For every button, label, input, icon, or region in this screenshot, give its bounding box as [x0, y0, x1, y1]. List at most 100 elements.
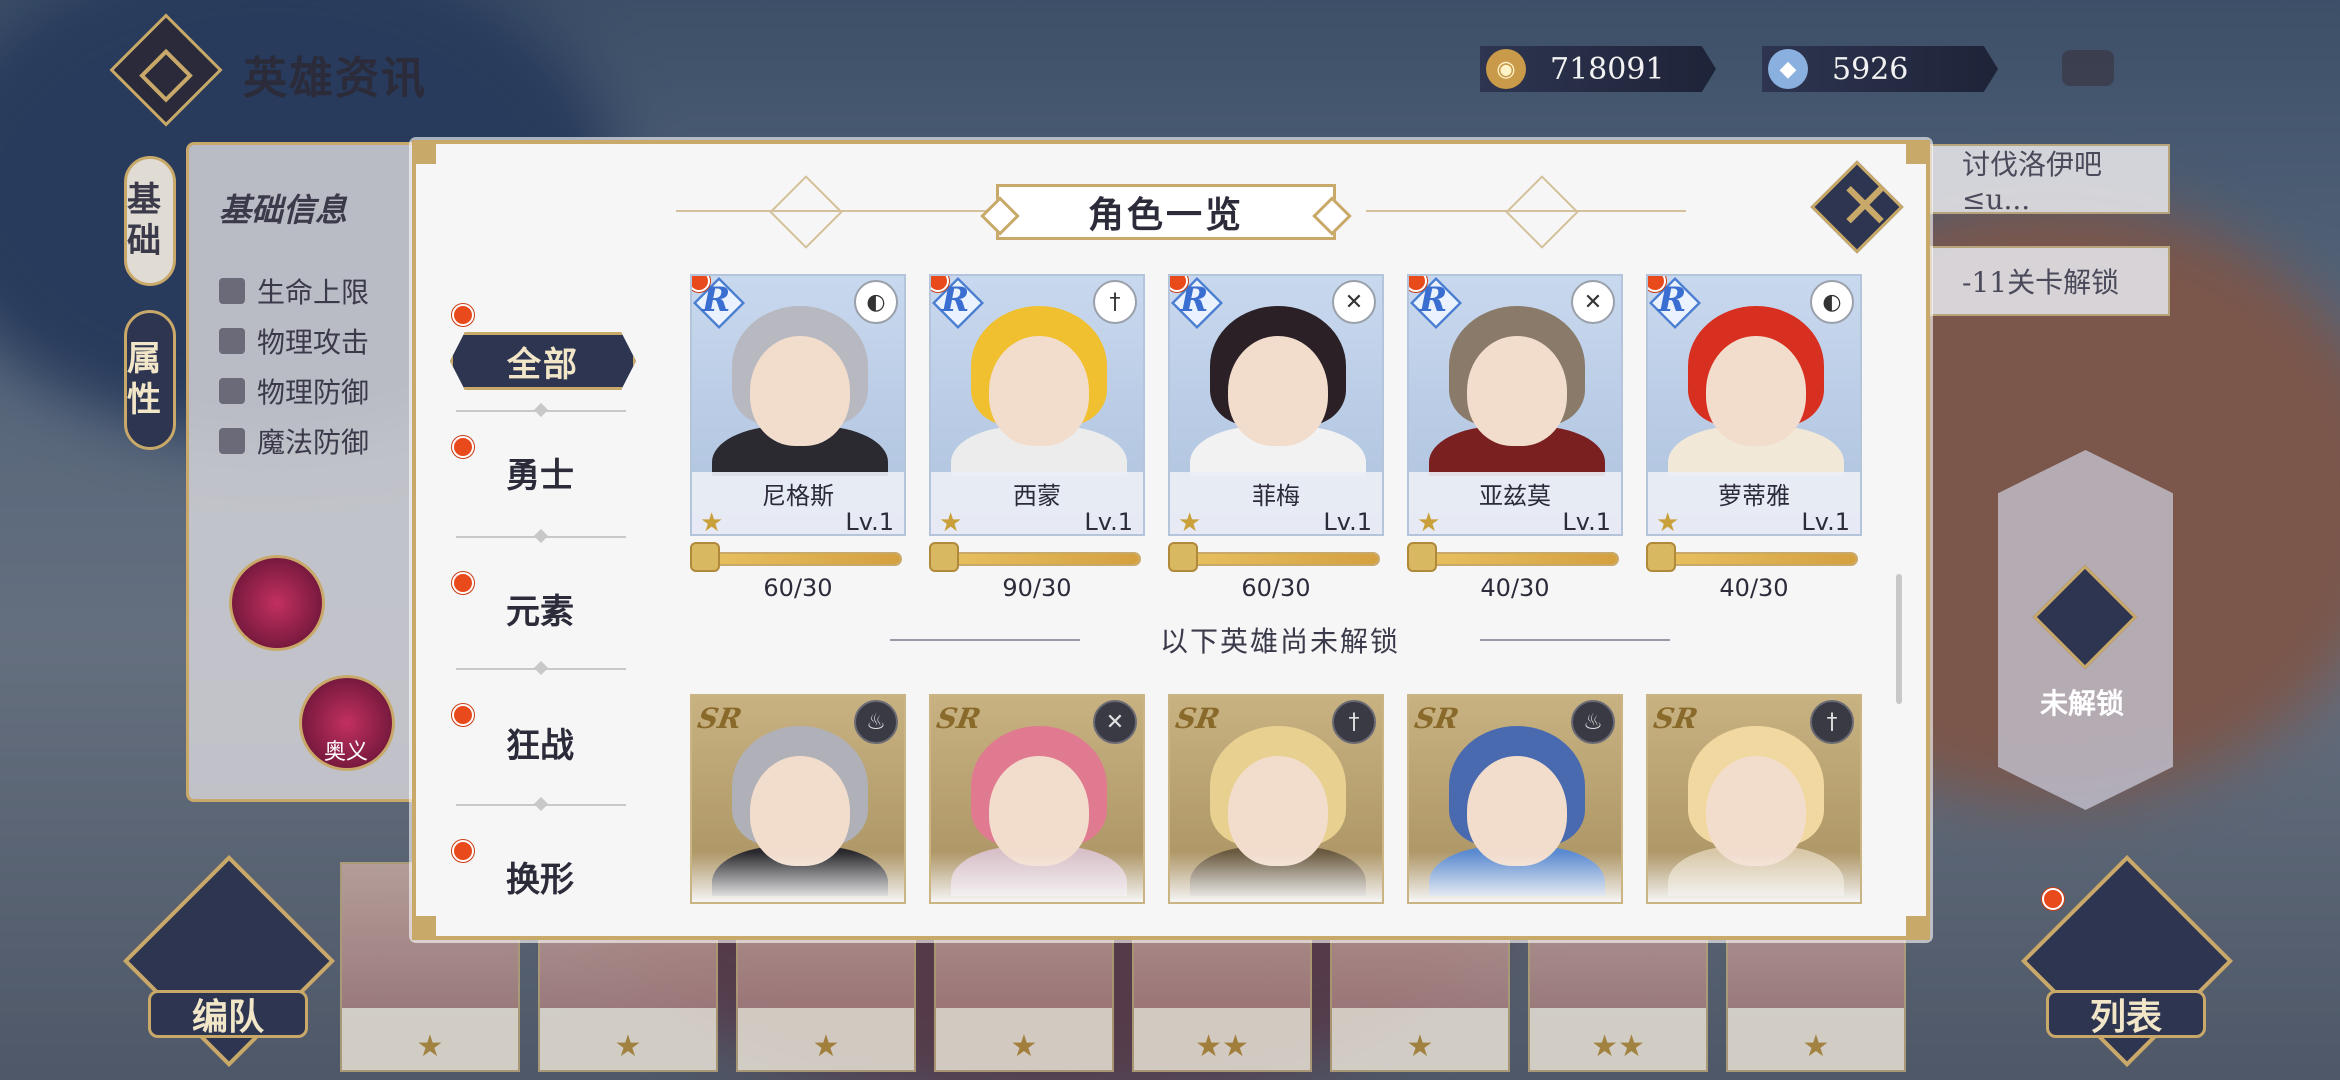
ultimate-label: 奥义 [324, 740, 369, 765]
modal-title: 角色一览 [996, 184, 1336, 240]
roster-stars: ★ [416, 1029, 444, 1064]
roster-stars: ★★ [1591, 1029, 1645, 1064]
gold-currency[interactable]: ◉ 718091 [1480, 46, 1716, 92]
shard-progress: 40/30 [1646, 542, 1862, 606]
quest-banner-text: 讨伐洛伊吧≤u... [1962, 147, 2103, 216]
shard-bar-fill [1664, 554, 1856, 564]
roster-stars: ★ [1010, 1029, 1038, 1064]
notification-dot [452, 704, 474, 726]
roster-stars: ★ [812, 1029, 840, 1064]
hero-card[interactable]: R ◐ 萝蒂雅 ★ Lv.1 [1646, 274, 1862, 536]
filter-all-label: 全部 [507, 344, 579, 385]
shard-bar-fill [708, 554, 900, 564]
gem-value: 5926 [1832, 51, 1909, 87]
hero-name: 尼格斯 [762, 482, 834, 510]
gold-coin-icon: ◉ [1486, 49, 1526, 89]
shard-bar [945, 552, 1141, 566]
header-ornament [1505, 175, 1579, 249]
sword-icon: † [1093, 280, 1137, 324]
corner-ornament [1906, 140, 1930, 164]
corner-ornament [412, 140, 436, 164]
tab-basic[interactable]: 基础 [124, 156, 176, 286]
locked-hero-card[interactable]: SR ♨ [690, 694, 906, 904]
star-icon: ★ [700, 508, 724, 536]
hero-face [1706, 336, 1806, 446]
close-icon[interactable]: ✕ [1828, 170, 1902, 244]
filter-berserker[interactable]: 狂战 [506, 718, 574, 767]
star-icon: ★ [1417, 508, 1441, 536]
gold-value: 718091 [1550, 51, 1665, 87]
filter-divider [456, 536, 626, 538]
page-title: 英雄资讯 [243, 53, 427, 104]
skill-icon[interactable] [229, 555, 325, 651]
locked-hero-card[interactable]: SR † [1168, 694, 1384, 904]
shard-count: 60/30 [763, 574, 833, 602]
locked-hero-card[interactable]: SR ♨ [1407, 694, 1623, 904]
rank-label: SR [1412, 702, 1462, 735]
header-ornament [769, 175, 843, 249]
quest-banner[interactable]: 讨伐洛伊吧≤u... [1930, 144, 2170, 216]
hero-level: Lv.1 [1562, 508, 1611, 536]
shield-icon [219, 378, 245, 404]
shield-icon: ◐ [1810, 280, 1854, 324]
locked-hero-card[interactable]: SR † [1646, 694, 1862, 904]
tab-attributes-label: 属性 [127, 339, 161, 420]
list-button-label: 列表 [2046, 990, 2206, 1038]
shard-bar [706, 552, 902, 566]
tab-attributes[interactable]: 属性 [124, 310, 176, 450]
hero-overview-modal: 角色一览 ✕ 全部 勇士 元素 狂战 换形 R ◐ 尼格斯 ★ Lv.1 R †… [412, 140, 1930, 940]
filter-all-button[interactable]: 全部 [450, 332, 636, 390]
sword-icon: † [1810, 700, 1854, 744]
hero-card[interactable]: R † 西蒙 ★ Lv.1 [929, 274, 1145, 536]
ultimate-skill-icon[interactable]: 奥义 [299, 675, 395, 771]
card-fade [1648, 852, 1860, 902]
roster-stars: ★ [1802, 1029, 1830, 1064]
unlock-banner-text: -11关卡解锁 [1962, 266, 2120, 299]
filter-element[interactable]: 元素 [506, 584, 574, 633]
filter-shapeshifter[interactable]: 换形 [506, 852, 574, 901]
unlock-banner[interactable]: -11关卡解锁 [1930, 246, 2170, 316]
hero-name: 菲梅 [1252, 482, 1300, 510]
chat-icon[interactable] [2062, 50, 2114, 86]
shard-count: 90/30 [1002, 574, 1072, 602]
hero-face [1467, 756, 1567, 866]
rank-label: SR [1173, 702, 1223, 735]
shard-count: 60/30 [1241, 574, 1311, 602]
shard-progress: 90/30 [929, 542, 1145, 606]
shard-progress: 60/30 [690, 542, 906, 606]
hero-card[interactable]: R ✕ 亚兹莫 ★ Lv.1 [1407, 274, 1623, 536]
locked-section-title: 以下英雄尚未解锁 [1159, 625, 1400, 658]
notification-dot [452, 304, 474, 326]
gem-currency[interactable]: ◆ 5926 [1762, 46, 1998, 92]
hero-level: Lv.1 [1323, 508, 1372, 536]
rank-label: SR [695, 702, 745, 735]
hero-card[interactable]: R ✕ 菲梅 ★ Lv.1 [1168, 274, 1384, 536]
hero-card[interactable]: R ◐ 尼格斯 ★ Lv.1 [690, 274, 906, 536]
shard-icon [690, 542, 720, 572]
star-icon: ★ [939, 508, 963, 536]
stat-row: 魔法防御 [219, 421, 369, 461]
locked-hero-card[interactable]: SR ✕ [929, 694, 1145, 904]
star-icon: ★ [1656, 508, 1680, 536]
info-panel-title: 基础信息 [219, 191, 348, 229]
filter-divider [456, 410, 626, 412]
notification-dot [2042, 888, 2064, 910]
stat-label: 魔法防御 [257, 426, 370, 459]
stat-row: 生命上限 [219, 271, 369, 311]
sword-icon [219, 328, 245, 354]
tab-basic-label: 基础 [127, 180, 161, 261]
shard-count: 40/30 [1480, 574, 1550, 602]
shard-bar-fill [947, 554, 1139, 564]
card-fade [1409, 852, 1621, 902]
shard-bar-fill [1186, 554, 1378, 564]
filter-warrior[interactable]: 勇士 [506, 448, 574, 497]
scrollbar[interactable] [1896, 574, 1902, 704]
star-icon: ★ [1178, 508, 1202, 536]
shard-bar [1662, 552, 1858, 566]
notification-dot [452, 572, 474, 594]
shard-bar [1423, 552, 1619, 566]
hero-face [989, 336, 1089, 446]
hero-name: 萝蒂雅 [1718, 482, 1790, 510]
hero-face [1706, 756, 1806, 866]
shard-progress: 40/30 [1407, 542, 1623, 606]
